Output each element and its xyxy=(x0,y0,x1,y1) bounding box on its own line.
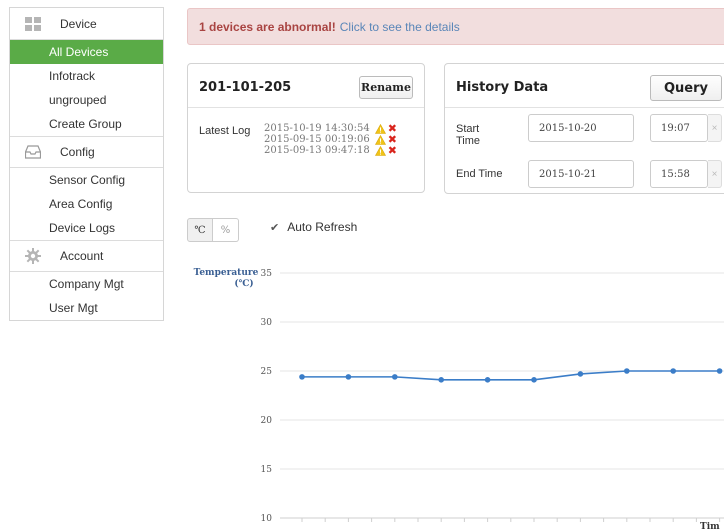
chart-ylabel-line2: (℃) xyxy=(234,278,253,289)
chart-y-tick-label: 30 xyxy=(261,318,273,328)
chart-y-tick-label: 10 xyxy=(261,514,273,524)
chart-data-point[interactable] xyxy=(670,368,676,374)
chart-x-ticks xyxy=(301,518,721,522)
chart-data-point[interactable] xyxy=(577,371,584,377)
chart-data-point[interactable] xyxy=(531,377,537,383)
chart-y-tick-label: 20 xyxy=(261,416,273,426)
chart-y-tick-label: 15 xyxy=(261,465,273,475)
temperature-chart: 35 30 25 20 15 10 Temperature (℃) Tim xyxy=(194,268,724,531)
chart-y-ticks: 35 30 25 20 15 10 xyxy=(261,269,273,524)
chart-data-point[interactable] xyxy=(438,377,445,383)
chart-ylabel-line1: Temperature xyxy=(194,268,259,278)
chart-series-line xyxy=(302,370,720,381)
chart-data-point[interactable] xyxy=(345,374,352,380)
chart-data-point[interactable] xyxy=(392,374,398,380)
chart-data-point[interactable] xyxy=(299,374,305,380)
chart-data-point[interactable] xyxy=(716,368,723,374)
chart-y-tick-label: 25 xyxy=(261,367,273,377)
chart-grid xyxy=(280,272,724,519)
chart-xlabel: Tim xyxy=(700,522,720,531)
chart-data-point[interactable] xyxy=(624,368,630,374)
chart-y-tick-label: 35 xyxy=(261,269,273,279)
chart-data-point[interactable] xyxy=(484,377,491,383)
